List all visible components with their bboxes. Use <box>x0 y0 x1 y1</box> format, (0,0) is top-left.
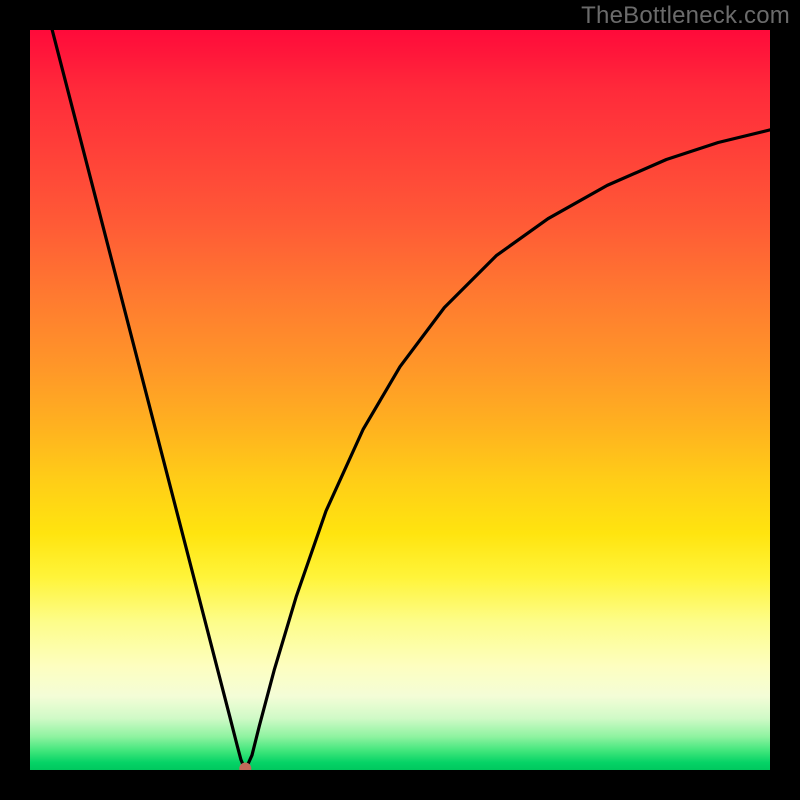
curve-series <box>52 30 770 770</box>
chart-svg <box>30 30 770 770</box>
watermark-text: TheBottleneck.com <box>581 2 790 30</box>
chart-frame: TheBottleneck.com <box>0 0 800 800</box>
